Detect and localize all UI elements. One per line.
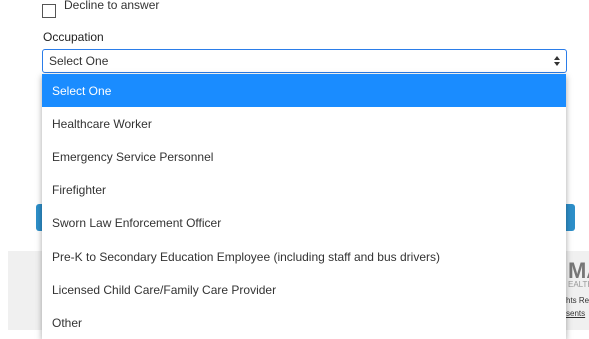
option-emergency-service-personnel[interactable]: Emergency Service Personnel [42,140,566,174]
decline-checkbox[interactable] [42,4,56,18]
option-education-employee[interactable]: Pre-K to Secondary Education Employee (i… [42,239,566,274]
option-label: Emergency Service Personnel [52,149,214,164]
decline-checkbox-label: Decline to answer [64,0,160,12]
option-label: Licensed Child Care/Family Care Provider [52,282,277,297]
option-label: Select One [52,83,112,98]
option-label: Pre-K to Secondary Education Employee (i… [52,249,440,264]
footer-rights-text: hts Re [566,296,589,305]
decline-checkbox-row[interactable]: Decline to answer [42,0,159,18]
submit-button-right-edge[interactable] [566,204,575,231]
occupation-label: Occupation [43,30,104,44]
option-sworn-law-enforcement-officer[interactable]: Sworn Law Enforcement Officer [42,206,566,240]
option-healthcare-worker[interactable]: Healthcare Worker [42,107,566,141]
option-select-one[interactable]: Select One [42,74,566,108]
option-other[interactable]: Other [42,306,566,339]
option-child-care-provider[interactable]: Licensed Child Care/Family Care Provider [42,273,566,307]
option-label: Other [52,315,83,330]
option-label: Healthcare Worker [52,116,152,131]
select-arrows-icon [553,53,561,69]
footer-consents-link[interactable]: sents [566,309,585,318]
option-label: Firefighter [52,183,107,198]
occupation-dropdown-list[interactable]: Select One Healthcare Worker Emergency S… [42,74,566,339]
option-label: Sworn Law Enforcement Officer [52,216,222,231]
occupation-select[interactable]: Select One [42,49,567,73]
footer-brand-subtitle: EALTH [568,280,589,289]
option-firefighter[interactable]: Firefighter [42,173,566,207]
occupation-select-value: Select One [49,54,109,68]
